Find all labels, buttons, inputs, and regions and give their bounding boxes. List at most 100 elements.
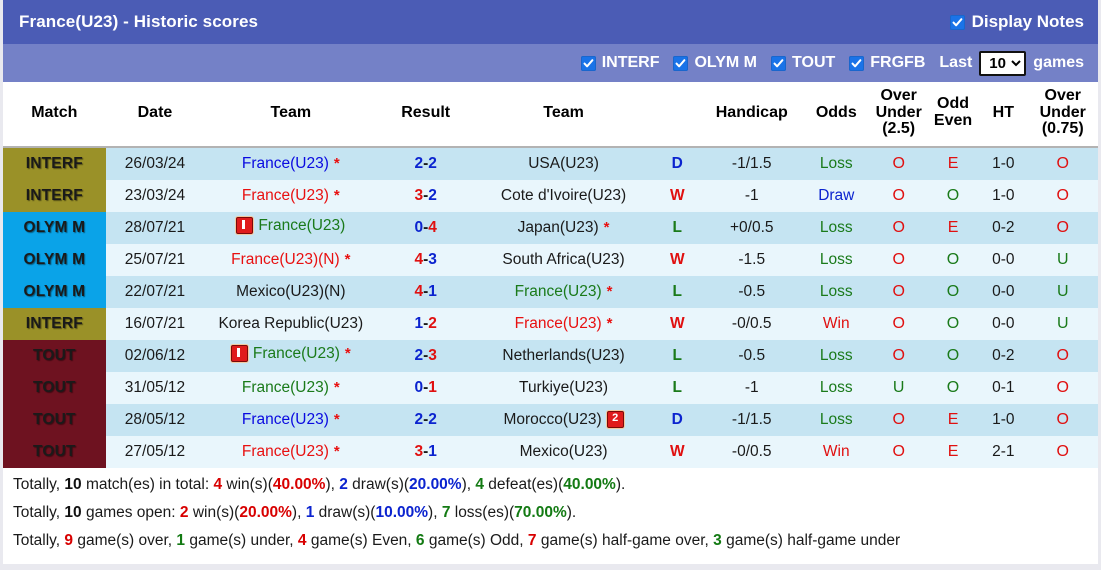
home-team-cell[interactable]: France(U23) * (204, 179, 378, 212)
away-team-cell[interactable]: France(U23) * (473, 307, 654, 340)
team-name[interactable]: France(U23) * (242, 187, 340, 205)
team-name-label: Turkiye(U23) (519, 378, 609, 396)
home-team-cell[interactable]: Korea Republic(U23) (204, 307, 378, 340)
team-name[interactable]: Cote d'Ivoire(U23) (501, 187, 626, 205)
match-type-badge[interactable]: INTERF (3, 146, 106, 180)
table-row[interactable]: INTERF 23/03/24 France(U23) * 3-2 Cote d'Ivoi… (3, 179, 1098, 212)
away-team-cell[interactable]: Turkiye(U23) (473, 371, 654, 404)
match-type-badge[interactable]: OLYM M (3, 211, 106, 244)
table-header-row: Match Date Team Result Team Handicap Odd… (3, 82, 1098, 148)
table-row[interactable]: OLYM M 25/07/21 France(U23)(N) * 4-3 South Af… (3, 243, 1098, 276)
check-icon[interactable] (673, 55, 689, 71)
score-cell[interactable]: 4-3 (377, 243, 474, 276)
last-games-control: Last 10203050 games (939, 50, 1084, 76)
over-under-25-value: U (870, 371, 927, 404)
table-row[interactable]: OLYM M 22/07/21 Mexico(U23)(N) 4-1 France(U2… (3, 275, 1098, 308)
team-name-label: France(U23) (258, 216, 346, 234)
table-row[interactable]: INTERF 26/03/24 France(U23) * 2-2 USA(U23) D -1… (3, 146, 1098, 180)
table-row[interactable]: TOUT28/05/12 France(U23)* 2-2 Morocco(U23) D… (3, 403, 1098, 436)
match-type-badge[interactable]: TOUT (3, 371, 106, 404)
team-name[interactable]: Mexico(U23) (520, 443, 608, 461)
filter-olym-m[interactable]: OLYM M (673, 54, 757, 72)
team-name[interactable]: France(U23) * (242, 411, 340, 429)
away-team-cell[interactable]: South Africa(U23) (473, 243, 654, 276)
score-cell[interactable]: 4-1 (377, 275, 474, 308)
table-row[interactable]: OLYM M 28/07/21 France(U23) 0-4 Japan(U23) * L… (3, 211, 1098, 244)
team-name[interactable]: France(U23) (236, 217, 345, 235)
team-name[interactable]: France(U23) * (515, 283, 613, 301)
team-name[interactable]: Morocco(U23) (503, 411, 624, 429)
team-name[interactable]: France(U23) * (515, 315, 613, 333)
away-team-cell[interactable]: Morocco(U23) (473, 403, 654, 436)
team-name[interactable]: France(U23) * (242, 379, 340, 397)
team-name[interactable]: Turkiye(U23) (519, 379, 608, 397)
match-type-badge[interactable]: INTERF (3, 307, 106, 340)
table-row[interactable]: TOUT 02/06/12 France(U23) * 2-3 Netherlands(U… (3, 339, 1098, 372)
red-card-1-icon (230, 345, 248, 363)
last-games-select[interactable]: 10203050 (979, 50, 1027, 76)
half-time-score: 2-1 (979, 435, 1028, 468)
table-row[interactable]: INTERF 16/07/21 Korea Republic(U23) 1-2 Fran… (3, 307, 1098, 340)
score-cell[interactable]: 3-1 (377, 435, 474, 468)
score-cell[interactable]: 3-2 (377, 179, 474, 212)
score-cell[interactable]: 0-1 (377, 371, 474, 404)
col-header-odds: Odds (802, 82, 871, 148)
filter-frgfb[interactable]: FRGFB (849, 54, 925, 72)
team-name[interactable]: USA(U23) (528, 155, 599, 173)
match-type-badge[interactable]: OLYM M (3, 243, 106, 276)
home-team-cell[interactable]: France(U23) * (204, 339, 378, 372)
check-icon[interactable] (949, 14, 965, 30)
home-score: 2 (414, 346, 424, 364)
score-cell[interactable]: 0-4 (377, 211, 474, 244)
team-name[interactable]: France(U23) * (230, 345, 351, 363)
score-cell[interactable]: 2-2 (377, 146, 474, 180)
away-team-cell[interactable]: Mexico(U23) (473, 435, 654, 468)
check-icon[interactable] (849, 55, 865, 71)
team-name[interactable]: France(U23) * (242, 443, 340, 461)
match-type-badge[interactable]: TOUT (3, 403, 106, 436)
score-cell[interactable]: 2-3 (377, 339, 474, 372)
match-type-badge[interactable]: INTERF (3, 179, 106, 212)
home-team-cell[interactable]: Mexico(U23)(N) (204, 275, 378, 308)
score-cell[interactable]: 2-2 (377, 403, 474, 436)
filter-tout[interactable]: TOUT (771, 54, 835, 72)
display-notes-toggle[interactable]: Display Notes (949, 12, 1084, 32)
handicap-value: -1.5 (701, 243, 803, 276)
team-name[interactable]: Mexico(U23)(N) (236, 283, 345, 301)
away-team-cell[interactable]: USA(U23) (473, 146, 654, 180)
away-team-cell[interactable]: Cote d'Ivoire(U23) (473, 179, 654, 212)
team-name[interactable]: Korea Republic(U23) (218, 315, 363, 333)
home-team-cell[interactable]: France(U23) (204, 211, 378, 244)
team-name[interactable]: Japan(U23) * (518, 219, 610, 237)
odds-result: Loss (802, 339, 871, 372)
score-cell[interactable]: 1-2 (377, 307, 474, 340)
match-type-badge[interactable]: TOUT (3, 339, 106, 372)
home-team-cell[interactable]: France(U23) * (204, 403, 378, 436)
home-team-cell[interactable]: France(U23) * (204, 371, 378, 404)
odds-result: Win (802, 435, 871, 468)
home-team-cell[interactable]: France(U23)(N) * (204, 243, 378, 276)
match-type-badge[interactable]: TOUT (3, 435, 106, 468)
away-team-cell[interactable]: France(U23) * (473, 275, 654, 308)
col-header-result: Result (377, 82, 474, 148)
odd-even-value: O (926, 371, 980, 404)
table-header: Match Date Team Result Team Handicap Odd… (3, 82, 1098, 148)
team-name[interactable]: France(U23) * (242, 155, 340, 173)
team-name[interactable]: South Africa(U23) (502, 251, 624, 269)
home-team-cell[interactable]: France(U23) * (204, 146, 378, 180)
match-type-badge[interactable]: OLYM M (3, 275, 106, 308)
away-team-cell[interactable]: Netherlands(U23) (473, 339, 654, 372)
match-date: 23/03/24 (105, 179, 205, 212)
half-time-score: 1-0 (979, 403, 1028, 436)
team-name[interactable]: France(U23)(N) * (231, 251, 350, 269)
check-icon[interactable] (580, 55, 596, 71)
team-name[interactable]: Netherlands(U23) (502, 347, 624, 365)
col-header-match: Match (3, 82, 106, 148)
check-icon[interactable] (771, 55, 787, 71)
open-wins-pct: 20.00% (239, 504, 292, 522)
table-row[interactable]: TOUT 31/05/12 France(U23) * 0-1 Turkiye(U23) L… (3, 371, 1098, 404)
away-team-cell[interactable]: Japan(U23) * (473, 211, 654, 244)
home-team-cell[interactable]: France(U23) * (204, 435, 378, 468)
filter-interf[interactable]: INTERF (580, 54, 659, 72)
table-row[interactable]: TOUT 27/05/12 France(U23) * 3-1 Mexico(U23) W -… (3, 435, 1098, 468)
